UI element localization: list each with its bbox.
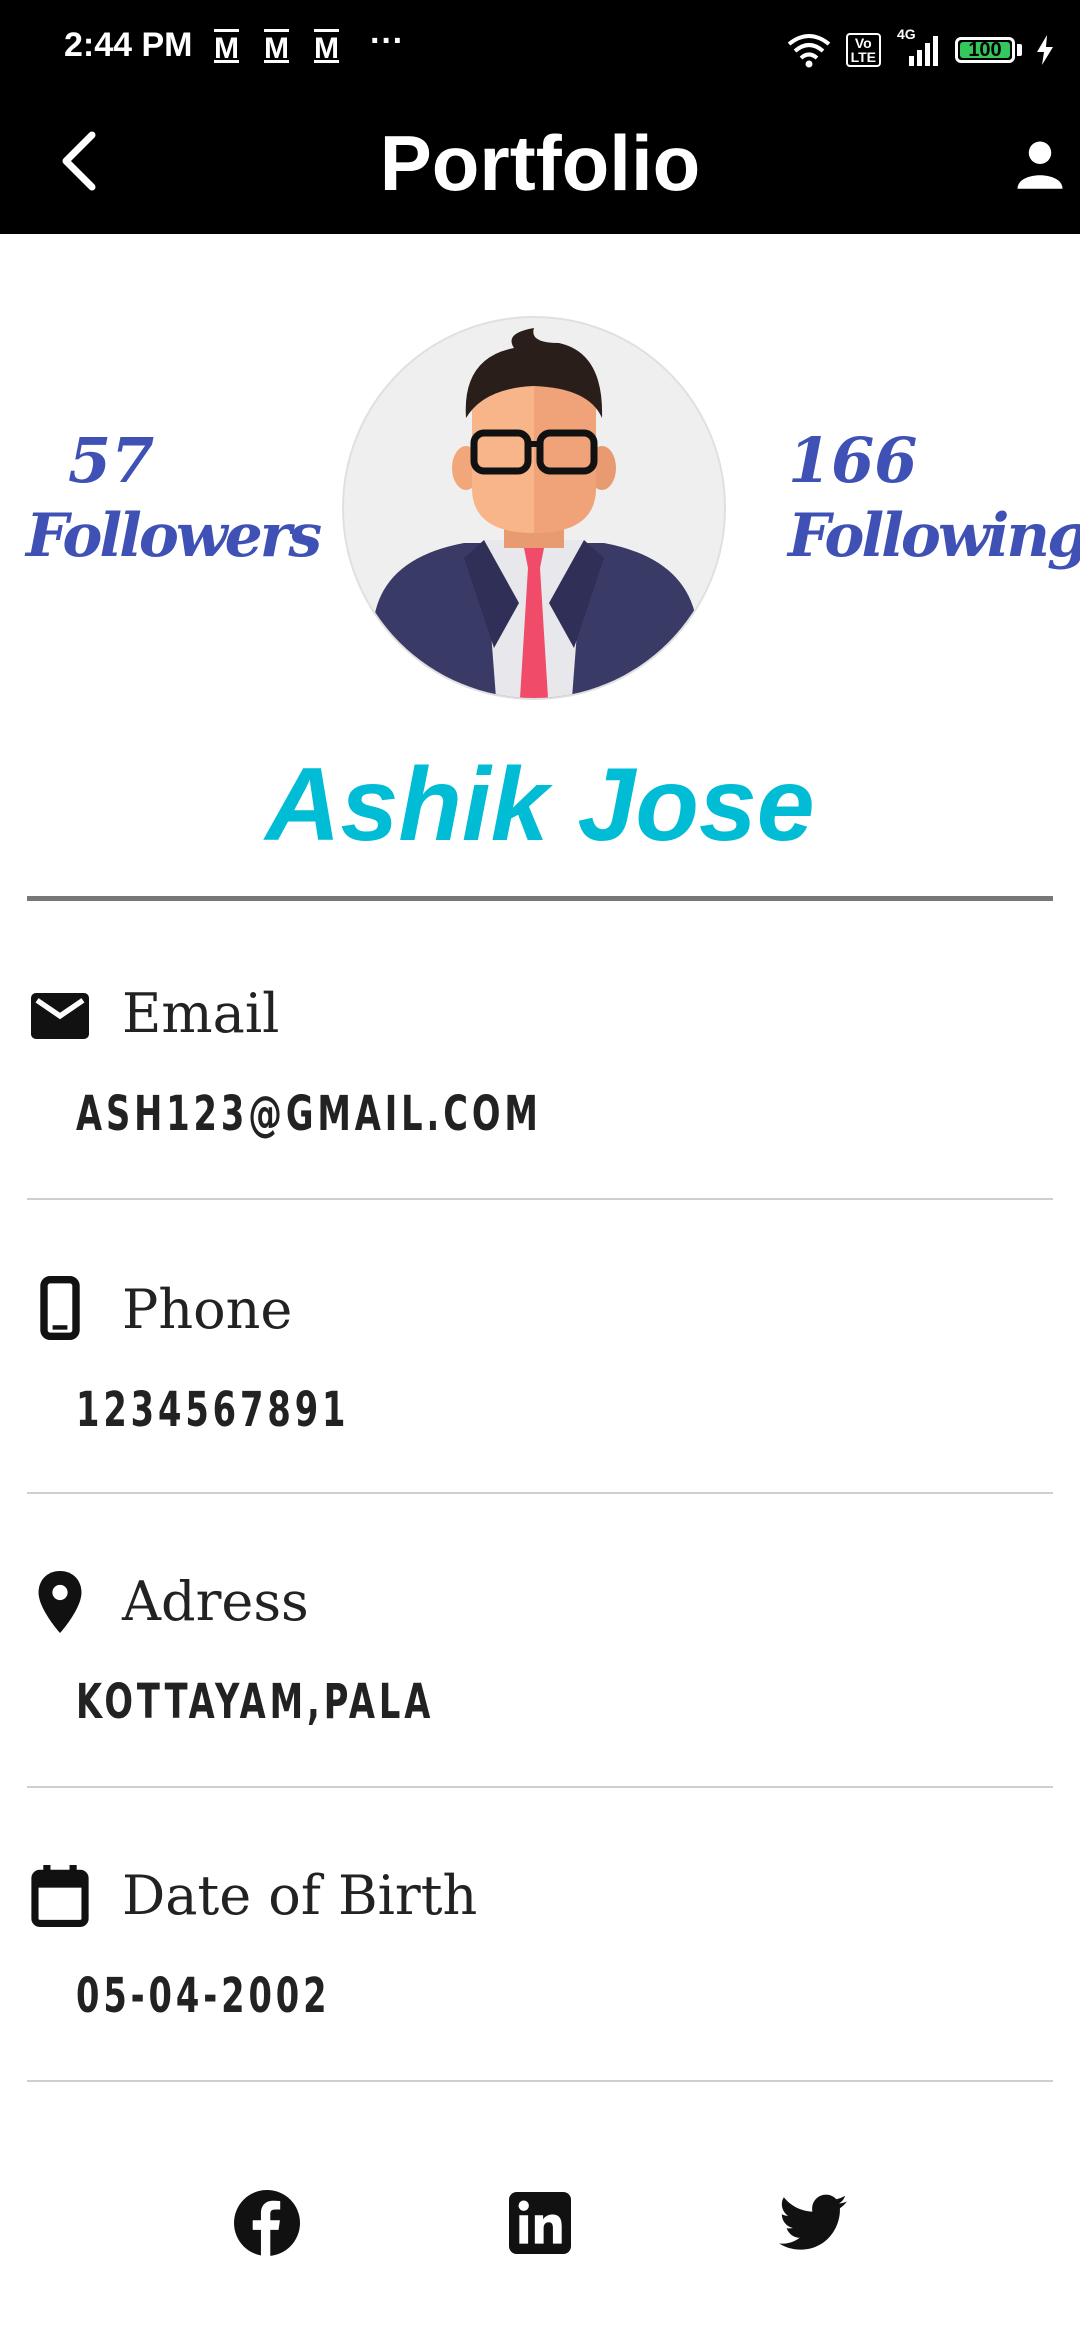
- facebook-icon: [234, 2190, 300, 2256]
- status-icons: Vo LTE 4G 100: [786, 26, 1054, 70]
- followers-count: 57: [68, 424, 155, 497]
- detail-label: Adress: [122, 1570, 309, 1633]
- detail-value: 1234567891: [76, 1382, 350, 1438]
- mail-icon: [30, 986, 90, 1046]
- detail-value: KOTTAYAM,PALA: [76, 1674, 435, 1730]
- detail-label: Phone: [122, 1278, 293, 1341]
- battery-icon: 100: [955, 37, 1015, 63]
- divider: [27, 1492, 1053, 1494]
- page-title: Portfolio: [379, 119, 701, 207]
- status-bar: 2:44 PM M M M ··· Vo LTE 4G 100: [0, 0, 1080, 96]
- location-pin-icon: [30, 1571, 90, 1633]
- profile-name: Ashik Jose: [265, 747, 815, 863]
- calendar-icon: [30, 1865, 90, 1927]
- following-label: Following: [788, 501, 1080, 571]
- avatar-illustration: [374, 328, 696, 698]
- status-time: 2:44 PM: [64, 26, 193, 64]
- followers-label: Followers: [26, 501, 322, 571]
- following-stat[interactable]: 166 Following: [788, 424, 1080, 574]
- twitter-icon: [779, 2194, 847, 2250]
- facebook-button[interactable]: [232, 2188, 302, 2258]
- avatar: [342, 316, 726, 700]
- divider: [27, 1786, 1053, 1788]
- divider: [27, 2080, 1053, 2082]
- wifi-icon: [787, 34, 830, 68]
- phone-icon: [30, 1276, 90, 1340]
- detail-label: Date of Birth: [122, 1864, 478, 1927]
- battery-cap: [1017, 44, 1022, 56]
- profile-button[interactable]: [1000, 124, 1080, 204]
- signal-icon: 4G: [895, 26, 941, 68]
- charging-icon: [1037, 35, 1053, 65]
- detail-value: 05-04-2002: [76, 1968, 331, 2024]
- mail-notification-icon: M: [214, 32, 239, 65]
- following-count: 166: [788, 424, 918, 497]
- twitter-button[interactable]: [778, 2188, 848, 2258]
- app-bar: Portfolio: [0, 96, 1080, 234]
- linkedin-icon: [509, 2192, 571, 2254]
- followers-stat[interactable]: 57 Followers: [26, 424, 322, 574]
- linkedin-button[interactable]: [505, 2188, 575, 2258]
- divider: [27, 1198, 1053, 1200]
- mail-notification-icon: M: [314, 32, 339, 65]
- battery-level: 100: [968, 38, 1002, 61]
- volte-icon: Vo LTE: [845, 33, 881, 67]
- detail-value: ASH123@GMAIL.COM: [76, 1086, 542, 1142]
- divider: [27, 896, 1053, 901]
- detail-label: Email: [122, 982, 280, 1045]
- more-notifications-icon: ···: [370, 22, 404, 60]
- person-icon: [1017, 141, 1063, 189]
- mail-notification-icon: M: [264, 32, 289, 65]
